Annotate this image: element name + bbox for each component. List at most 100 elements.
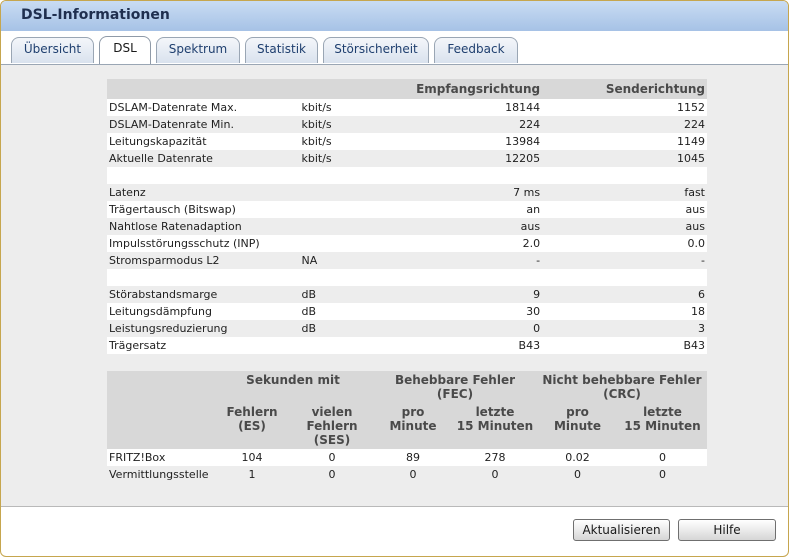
row-label bbox=[107, 269, 300, 286]
header-ses-line1: vielen bbox=[311, 405, 353, 419]
header-es-line2: (ES) bbox=[238, 419, 266, 433]
row-value-sende: aus bbox=[542, 218, 707, 235]
row-value-crc-pro-minute: 0.02 bbox=[537, 449, 618, 466]
row-value-empfang bbox=[414, 269, 543, 286]
help-button[interactable]: Hilfe bbox=[678, 519, 776, 541]
error-group-header-row: Sekunden mit Behebbare Fehler (FEC) Nich… bbox=[107, 371, 707, 449]
header-blank bbox=[107, 371, 213, 449]
row-value-sende: B43 bbox=[542, 337, 707, 354]
row-unit: kbit/s bbox=[299, 150, 415, 167]
row-value-empfang: 2.0 bbox=[414, 235, 543, 252]
row-value-sende: 6 bbox=[542, 286, 707, 303]
table-row: Stromsparmodus L2 NA - - bbox=[107, 252, 707, 269]
header-ses-line3: (SES) bbox=[313, 433, 351, 447]
row-value-empfang: 18144 bbox=[414, 99, 543, 116]
row-value-empfang: 7 ms bbox=[414, 184, 543, 201]
header-crc: Nicht behebbare Fehler (CRC) bbox=[537, 371, 707, 403]
header-ses-line2: Fehlern bbox=[306, 419, 358, 433]
row-value-sende: 18 bbox=[542, 303, 707, 320]
row-value-sende: 1045 bbox=[542, 150, 707, 167]
row-value-sende: aus bbox=[542, 201, 707, 218]
row-unit: dB bbox=[299, 320, 415, 337]
row-value-es: 104 bbox=[213, 449, 291, 466]
row-unit: kbit/s bbox=[299, 99, 415, 116]
header-crc-pro-line1: pro bbox=[566, 405, 589, 419]
row-label: Leistungsreduzierung bbox=[107, 320, 300, 337]
row-value-empfang: B43 bbox=[414, 337, 543, 354]
row-value-empfang: 0 bbox=[414, 320, 543, 337]
row-value-empfang: an bbox=[414, 201, 543, 218]
header-fec-pro-line2: Minute bbox=[389, 419, 437, 433]
row-value-sende: fast bbox=[542, 184, 707, 201]
table-row: Latenz 7 ms fast bbox=[107, 184, 707, 201]
row-unit bbox=[299, 269, 415, 286]
row-label: Latenz bbox=[107, 184, 300, 201]
row-value-sende: 1152 bbox=[542, 99, 707, 116]
row-value-sende: 224 bbox=[542, 116, 707, 133]
table-row: Leitungsdämpfung dB 30 18 bbox=[107, 303, 707, 320]
header-es: Fehlern (ES) bbox=[213, 403, 291, 449]
row-label: Leitungsdämpfung bbox=[107, 303, 300, 320]
footer-divider bbox=[1, 506, 788, 507]
row-value-empfang: - bbox=[414, 252, 543, 269]
row-label: Störabstandsmarge bbox=[107, 286, 300, 303]
page-title: DSL-Informationen bbox=[21, 7, 170, 23]
row-label: Stromsparmodus L2 bbox=[107, 252, 300, 269]
header-fec-letzte-15: letzte 15 Minuten bbox=[453, 403, 537, 449]
row-value-crc-letzte-15: 0 bbox=[618, 466, 707, 483]
tab-stoersicherheit[interactable]: Störsicherheit bbox=[323, 37, 429, 63]
tab-uebersicht[interactable]: Übersicht bbox=[11, 37, 94, 63]
tab-spektrum[interactable]: Spektrum bbox=[156, 37, 240, 63]
error-table: Sekunden mit Behebbare Fehler (FEC) Nich… bbox=[107, 371, 707, 483]
row-value-crc-pro-minute: 0 bbox=[537, 466, 618, 483]
header-fec-letzte-line2: 15 Minuten bbox=[456, 419, 534, 433]
header-sekunden-mit: Sekunden mit bbox=[213, 371, 373, 403]
row-value-empfang: 30 bbox=[414, 303, 543, 320]
header-crc-letzte-15: letzte 15 Minuten bbox=[618, 403, 707, 449]
row-label: Aktuelle Datenrate bbox=[107, 150, 300, 167]
row-unit bbox=[299, 337, 415, 354]
header-crc-pro-line2: Minute bbox=[553, 419, 601, 433]
row-unit bbox=[299, 218, 415, 235]
table-row: Impulsstörungsschutz (INP) 2.0 0.0 bbox=[107, 235, 707, 252]
row-value-sende: 3 bbox=[542, 320, 707, 337]
header-empfangsrichtung: Empfangsrichtung bbox=[414, 79, 543, 99]
tab-bar: Übersicht DSL Spektrum Statistik Störsic… bbox=[1, 31, 788, 65]
table-header-row: Empfangsrichtung Senderichtung bbox=[107, 79, 707, 99]
table-row: DSLAM-Datenrate Max. kbit/s 18144 1152 bbox=[107, 99, 707, 116]
row-unit bbox=[299, 184, 415, 201]
table-row: DSLAM-Datenrate Min. kbit/s 224 224 bbox=[107, 116, 707, 133]
row-label: Vermittlungsstelle bbox=[107, 466, 213, 483]
title-bar: DSL-Informationen bbox=[1, 1, 788, 31]
row-value-fec-letzte-15: 278 bbox=[453, 449, 537, 466]
table-row: Störabstandsmarge dB 9 6 bbox=[107, 286, 707, 303]
table-row: Nahtlose Ratenadaption aus aus bbox=[107, 218, 707, 235]
row-value-sende: - bbox=[542, 252, 707, 269]
row-label bbox=[107, 167, 300, 184]
header-fec: Behebbare Fehler (FEC) bbox=[373, 371, 537, 403]
row-value-empfang bbox=[414, 167, 543, 184]
row-value-crc-letzte-15: 0 bbox=[618, 449, 707, 466]
row-value-empfang: 12205 bbox=[414, 150, 543, 167]
row-unit: kbit/s bbox=[299, 116, 415, 133]
table-row bbox=[107, 167, 707, 184]
row-label: Nahtlose Ratenadaption bbox=[107, 218, 300, 235]
row-unit: dB bbox=[299, 286, 415, 303]
row-unit bbox=[299, 167, 415, 184]
table-row: Trägertausch (Bitswap) an aus bbox=[107, 201, 707, 218]
row-value-ses: 0 bbox=[291, 449, 373, 466]
refresh-button[interactable]: Aktualisieren bbox=[573, 519, 670, 541]
row-value-sende: 1149 bbox=[542, 133, 707, 150]
row-unit bbox=[299, 201, 415, 218]
row-unit: NA bbox=[299, 252, 415, 269]
tab-dsl[interactable]: DSL bbox=[99, 36, 151, 64]
row-value-sende: 0.0 bbox=[542, 235, 707, 252]
table-row: Aktuelle Datenrate kbit/s 12205 1045 bbox=[107, 150, 707, 167]
header-blank-unit bbox=[299, 79, 415, 99]
row-value-es: 1 bbox=[213, 466, 291, 483]
tab-statistik[interactable]: Statistik bbox=[245, 37, 318, 63]
row-value-empfang: 224 bbox=[414, 116, 543, 133]
dsl-info-table: Empfangsrichtung Senderichtung DSLAM-Dat… bbox=[107, 79, 707, 354]
tab-feedback[interactable]: Feedback bbox=[434, 37, 518, 63]
row-value-fec-pro-minute: 89 bbox=[373, 449, 453, 466]
